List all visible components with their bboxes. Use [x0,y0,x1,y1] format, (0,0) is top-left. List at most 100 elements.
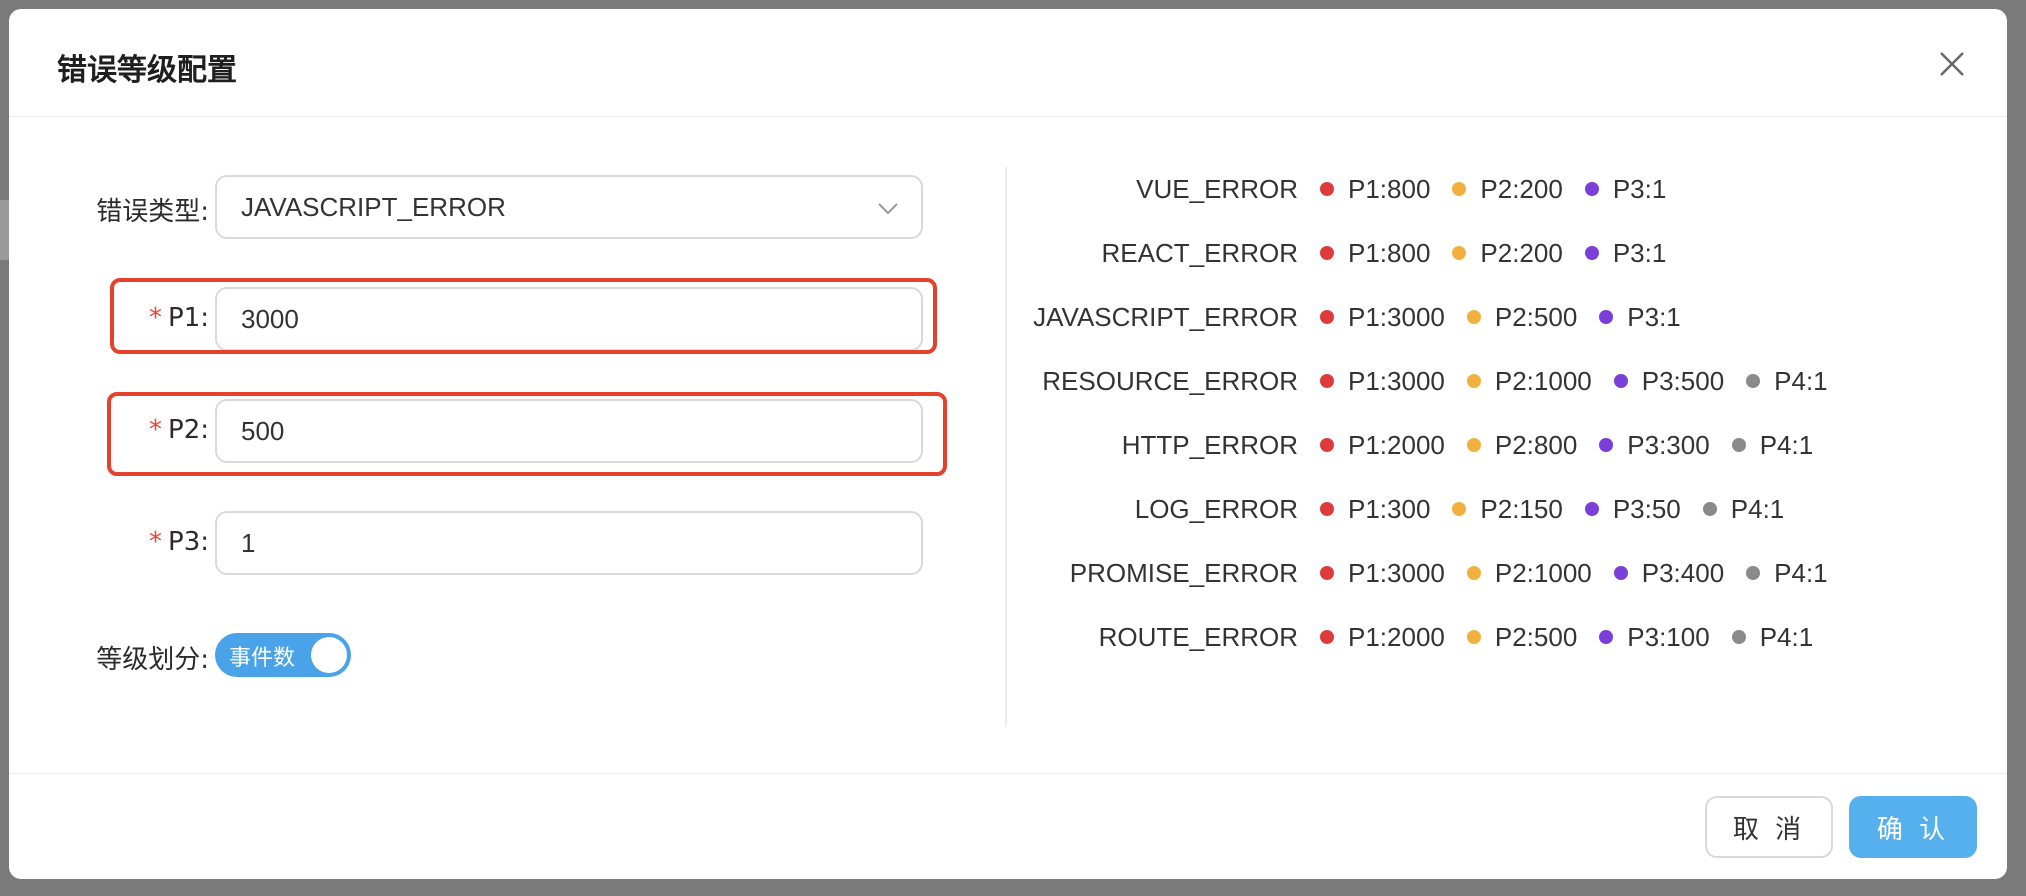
error-type-name: VUE_ERROR [1136,173,1298,204]
level-chip: P2:1000 [1466,366,1592,397]
level-dot-icon [1320,438,1334,452]
level-threshold: P1:3000 [1348,557,1445,588]
level-chip: P1:3000 [1320,302,1445,333]
level-chip: P3:50 [1584,493,1681,525]
level-threshold: P3:100 [1627,621,1710,652]
level-dot-icon [1452,182,1467,196]
required-mark: * [149,415,163,445]
level-chip: P1:3000 [1320,558,1445,589]
level-threshold: P3:500 [1641,365,1725,396]
p2-label: * P2: [119,415,209,445]
level-dot-icon [1613,566,1628,580]
cancel-button[interactable]: 取 消 [1705,796,1833,858]
confirm-button[interactable]: 确 认 [1849,796,1977,858]
level-row: ROUTE_ERROR P1:2000 P2:500 P3:100 P4:1 [1009,617,1835,657]
toggle-knob [311,637,347,673]
p2-input[interactable]: 500 [215,399,923,463]
level-threshold: P1:800 [1348,173,1431,204]
level-chip: P1:3000 [1320,366,1445,397]
level-threshold: P4:1 [1759,429,1814,460]
level-chip: P3:400 [1613,557,1725,589]
level-row: LOG_ERROR P1:300 P2:150 P3:50 P4:1 [1009,489,1806,529]
level-chip: P3:500 [1613,365,1725,397]
level-chip: P3:1 [1584,237,1667,269]
level-chip: P2:200 [1452,237,1563,269]
level-chip: P2:800 [1466,429,1578,461]
level-threshold: P2:500 [1494,621,1578,652]
level-dot-icon [1466,566,1481,580]
level-threshold: P2:150 [1480,493,1563,524]
level-threshold: P3:1 [1612,173,1667,204]
vertical-divider [1005,167,1007,727]
level-dot-icon [1584,182,1599,196]
level-threshold: P2:1000 [1494,557,1592,588]
error-type-name: PROMISE_ERROR [1069,557,1298,588]
level-chip: P4:1 [1731,621,1814,653]
p1-label-text: P1: [168,303,209,333]
level-threshold: P1:2000 [1348,621,1445,652]
level-chip: P3:300 [1599,429,1710,461]
level-threshold: P1:3000 [1348,365,1445,396]
level-chip: P2:500 [1466,621,1578,653]
error-type-name: REACT_ERROR [1101,237,1298,268]
dialog-header: 错误等级配置 [9,9,2007,117]
level-threshold: P3:400 [1641,557,1725,588]
level-threshold: P3:50 [1612,493,1681,524]
error-type-name: HTTP_ERROR [1121,429,1298,460]
p2-label-text: P2: [168,415,209,445]
close-icon[interactable] [1937,49,1967,79]
grade-toggle-text: 事件数 [229,646,296,671]
level-row: RESOURCE_ERROR P1:3000 P2:1000 P3:500 P4:1 [1009,361,1850,401]
level-threshold: P3:1 [1612,237,1667,268]
error-type-name: JAVASCRIPT_ERROR [1033,301,1298,332]
error-level-config-dialog: 错误等级配置 错误类型: JAVASCRIPT_ERROR * P1: 3000 … [9,9,2007,879]
chevron-down-icon [878,203,898,215]
level-dot-icon [1599,630,1614,644]
config-form: 错误类型: JAVASCRIPT_ERROR * P1: 3000 * P2: 50… [9,117,1005,737]
error-type-name: RESOURCE_ERROR [1042,365,1298,396]
level-dot-icon [1320,502,1334,516]
level-threshold: P3:300 [1627,429,1710,460]
p3-label: * P3: [119,527,209,557]
level-threshold: P2:200 [1480,173,1563,204]
level-threshold: P4:1 [1774,365,1828,396]
level-chip: P1:800 [1320,238,1430,269]
level-dot-icon [1746,374,1761,388]
level-dot-icon [1613,374,1628,388]
level-threshold: P4:1 [1730,493,1785,524]
level-dot-icon [1466,630,1481,644]
level-dot-icon [1746,566,1761,580]
level-chip: P2:150 [1452,493,1563,525]
level-threshold: P4:1 [1759,621,1814,652]
level-dot-icon [1731,630,1746,644]
level-chip: P2:500 [1466,302,1577,333]
level-row: JAVASCRIPT_ERROR P1:3000 P2:500 P3:1 [1009,297,1703,337]
level-threshold: P1:800 [1348,237,1431,268]
level-chip: P3:1 [1584,173,1667,205]
level-chip: P3:100 [1599,621,1710,653]
error-type-name: LOG_ERROR [1134,493,1298,524]
level-chip: P3:1 [1599,302,1681,333]
level-dot-icon [1599,438,1614,452]
level-dot-icon [1466,310,1481,324]
grade-mode-toggle[interactable]: 事件数 [215,633,351,677]
level-row: PROMISE_ERROR P1:3000 P2:1000 P3:400 P4:1 [1009,553,1850,593]
required-mark: * [149,527,163,557]
level-threshold: P2:800 [1494,429,1578,460]
level-dot-icon [1320,246,1334,260]
level-dot-icon [1320,374,1334,388]
level-dot-icon [1320,310,1334,324]
level-dot-icon [1466,374,1481,388]
level-dot-icon [1584,246,1599,260]
level-dot-icon [1320,566,1334,580]
dialog-title: 错误等级配置 [57,53,237,88]
error-type-value: JAVASCRIPT_ERROR [241,192,506,222]
level-chip: P1:800 [1320,174,1430,205]
level-threshold: P1:300 [1348,493,1431,524]
level-threshold: P2:200 [1480,237,1563,268]
level-dot-icon [1599,310,1614,324]
error-type-select[interactable]: JAVASCRIPT_ERROR [215,175,923,239]
p3-input[interactable]: 1 [215,511,923,575]
p1-input[interactable]: 3000 [215,287,923,351]
level-dot-icon [1320,630,1334,644]
